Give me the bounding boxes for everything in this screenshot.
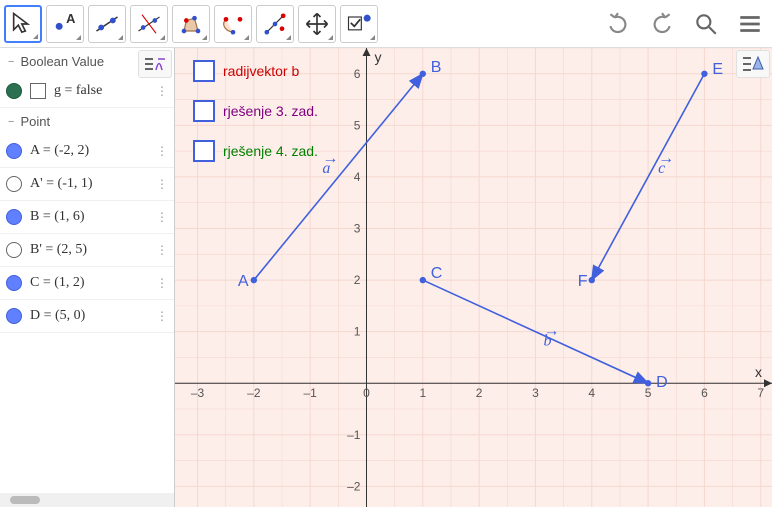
toolbar: A: [0, 0, 772, 48]
svg-text:x: x: [755, 364, 762, 380]
object-label: A = (-2, 2): [30, 143, 148, 159]
alg-row-point[interactable]: D = (5, 0) ⋮: [0, 300, 174, 333]
checkbox-g[interactable]: [30, 83, 46, 99]
horizontal-scrollbar[interactable]: [0, 493, 174, 507]
svg-text:F: F: [578, 273, 588, 290]
redo-icon[interactable]: [644, 6, 680, 42]
svg-text:6: 6: [701, 386, 708, 400]
graphics-style-icon[interactable]: [736, 50, 770, 78]
object-label: B' = (2, 5): [30, 242, 148, 258]
menu-dots-icon[interactable]: ⋮: [156, 309, 168, 323]
checkbox-label: radijvektor b: [223, 63, 299, 79]
menu-dots-icon[interactable]: ⋮: [156, 276, 168, 290]
svg-text:B: B: [431, 59, 442, 76]
svg-text:E: E: [712, 61, 723, 78]
checkbox-icon[interactable]: [193, 100, 215, 122]
visibility-toggle[interactable]: [6, 275, 22, 291]
menu-dots-icon[interactable]: ⋮: [156, 177, 168, 191]
object-label: D = (5, 0): [30, 308, 148, 324]
visibility-toggle[interactable]: [6, 308, 22, 324]
tool-line[interactable]: [88, 5, 126, 43]
collapse-icon[interactable]: −: [8, 116, 14, 128]
svg-text:–1: –1: [303, 386, 317, 400]
algebra-panel: −Boolean Value g = false⋮ −Point A = (-2…: [0, 48, 175, 507]
svg-text:1: 1: [419, 386, 426, 400]
svg-text:–1: –1: [347, 428, 361, 442]
checkbox-label: rješenje 3. zad.: [223, 103, 318, 119]
alg-row-point[interactable]: B' = (2, 5) ⋮: [0, 234, 174, 267]
tool-point[interactable]: A: [46, 5, 84, 43]
tool-circle[interactable]: [214, 5, 252, 43]
alg-row-point[interactable]: A' = (-1, 1) ⋮: [0, 168, 174, 201]
search-icon[interactable]: [688, 6, 724, 42]
algebra-view-icon[interactable]: [138, 50, 172, 78]
svg-text:D: D: [656, 374, 668, 391]
menu-dots-icon[interactable]: ⋮: [156, 144, 168, 158]
checkbox-icon[interactable]: [193, 60, 215, 82]
svg-text:–2: –2: [347, 479, 361, 493]
svg-text:6: 6: [354, 67, 361, 81]
menu-dots-icon[interactable]: ⋮: [156, 243, 168, 257]
svg-text:5: 5: [354, 118, 361, 132]
svg-text:→: →: [543, 323, 559, 340]
svg-text:2: 2: [476, 386, 483, 400]
svg-text:7: 7: [757, 386, 764, 400]
graphics-panel[interactable]: –3–2–101234567–2–1123456xya→b→c→ABCDEF r…: [175, 48, 772, 507]
section-title: Boolean Value: [20, 54, 104, 69]
checkbox-icon[interactable]: [193, 140, 215, 162]
visibility-toggle[interactable]: [6, 209, 22, 225]
svg-text:4: 4: [354, 170, 361, 184]
svg-text:0: 0: [363, 386, 370, 400]
object-label: B = (1, 6): [30, 209, 148, 225]
tool-polygon[interactable]: [172, 5, 210, 43]
object-label: A' = (-1, 1): [30, 176, 148, 192]
visibility-toggle[interactable]: [6, 242, 22, 258]
svg-text:C: C: [431, 265, 443, 282]
menu-dots-icon[interactable]: ⋮: [156, 210, 168, 224]
tool-angle[interactable]: [256, 5, 294, 43]
svg-text:3: 3: [532, 386, 539, 400]
svg-text:y: y: [374, 49, 381, 65]
svg-text:→: →: [658, 150, 674, 167]
svg-text:2: 2: [354, 273, 361, 287]
tool-checkbox[interactable]: [340, 5, 378, 43]
svg-text:–3: –3: [191, 386, 205, 400]
plane-checkbox-1[interactable]: rješenje 3. zad.: [193, 100, 318, 122]
visibility-toggle[interactable]: [6, 143, 22, 159]
section-title: Point: [20, 114, 50, 129]
svg-text:A: A: [66, 10, 75, 25]
main-area: −Boolean Value g = false⋮ −Point A = (-2…: [0, 48, 772, 507]
menu-icon[interactable]: [732, 6, 768, 42]
svg-text:→: →: [322, 150, 338, 167]
alg-row-point[interactable]: B = (1, 6) ⋮: [0, 201, 174, 234]
svg-text:3: 3: [354, 222, 361, 236]
section-point[interactable]: −Point: [0, 108, 174, 135]
svg-text:4: 4: [588, 386, 595, 400]
undo-icon[interactable]: [600, 6, 636, 42]
tool-perp-line[interactable]: [130, 5, 168, 43]
plane-checkbox-2[interactable]: rješenje 4. zad.: [193, 140, 318, 162]
alg-row-g[interactable]: g = false ⋮: [0, 75, 174, 108]
object-label: g = false: [54, 83, 148, 99]
tool-move-graphics[interactable]: [298, 5, 336, 43]
svg-text:1: 1: [354, 325, 361, 339]
collapse-icon[interactable]: −: [8, 56, 14, 68]
checkbox-label: rješenje 4. zad.: [223, 143, 318, 159]
tool-move[interactable]: [4, 5, 42, 43]
svg-text:5: 5: [645, 386, 652, 400]
alg-row-point[interactable]: C = (1, 2) ⋮: [0, 267, 174, 300]
svg-text:A: A: [238, 273, 249, 290]
object-label: C = (1, 2): [30, 275, 148, 291]
visibility-toggle[interactable]: [6, 176, 22, 192]
menu-dots-icon[interactable]: ⋮: [156, 84, 168, 98]
alg-row-point[interactable]: A = (-2, 2) ⋮: [0, 135, 174, 168]
visibility-toggle[interactable]: [6, 83, 22, 99]
svg-text:–2: –2: [247, 386, 261, 400]
plane-checkbox-0[interactable]: radijvektor b: [193, 60, 299, 82]
